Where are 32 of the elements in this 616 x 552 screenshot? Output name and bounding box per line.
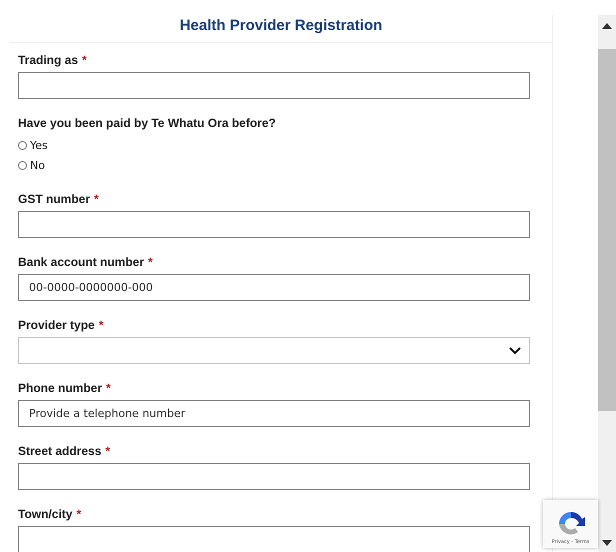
required-marker: * xyxy=(94,192,99,206)
scroll-down-icon[interactable] xyxy=(602,540,612,546)
field-label: Provider type xyxy=(18,318,95,332)
required-marker: * xyxy=(82,53,87,67)
field-label: GST number xyxy=(18,192,90,206)
scrollbar[interactable] xyxy=(598,15,616,552)
field-label: Street address xyxy=(18,444,102,458)
field-label: Have you been paid by Te Whatu Ora before? xyxy=(18,116,276,130)
required-marker: * xyxy=(98,318,104,332)
required-marker: * xyxy=(76,507,82,521)
radio-button[interactable] xyxy=(18,140,27,150)
required-marker: * xyxy=(148,255,153,269)
text-field[interactable] xyxy=(18,526,530,552)
required-marker: * xyxy=(106,381,111,395)
text-field[interactable]: 00-0000-0000000-000 xyxy=(18,274,530,301)
field-label: Town/city xyxy=(18,507,72,521)
chevron-down-icon xyxy=(509,346,521,354)
radio-button[interactable] xyxy=(18,160,27,170)
scroll-thumb[interactable] xyxy=(598,49,616,411)
radio-label: No xyxy=(30,158,45,172)
text-field[interactable]: Provide a telephone number xyxy=(18,400,530,427)
scroll-up-icon[interactable] xyxy=(602,23,612,29)
dropdown-field[interactable] xyxy=(18,337,530,364)
radio-label: Yes xyxy=(30,138,48,152)
text-field[interactable] xyxy=(18,211,530,238)
field-label: Phone number xyxy=(18,381,102,395)
form-title: Health Provider Registration xyxy=(10,15,552,43)
text-field[interactable] xyxy=(18,463,530,490)
text-field[interactable] xyxy=(18,72,530,99)
field-label: Bank account number xyxy=(18,255,144,269)
field-label: Trading as xyxy=(18,53,78,67)
required-marker: * xyxy=(105,444,110,458)
